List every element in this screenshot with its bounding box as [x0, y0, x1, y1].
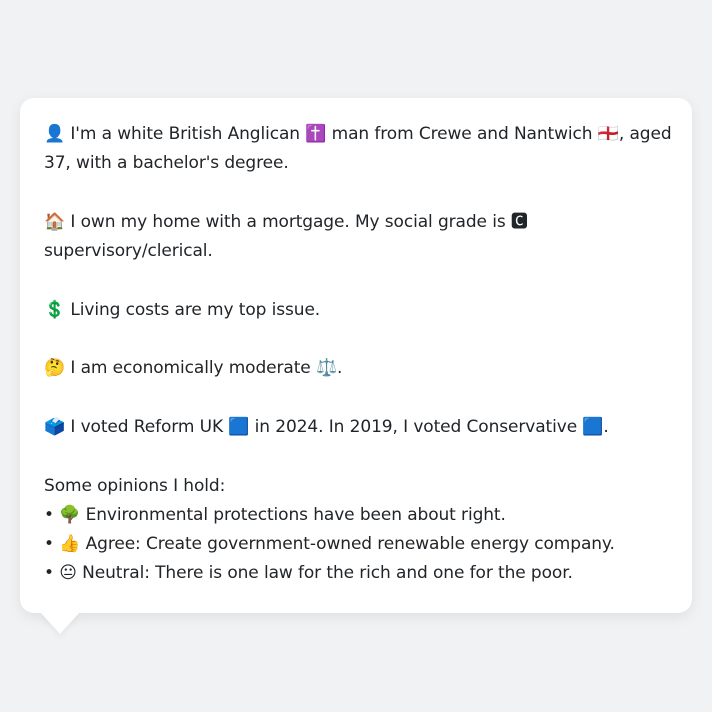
- economics-paragraph: 🤔 I am economically moderate ⚖️.: [44, 354, 668, 383]
- bubble-tail: [40, 612, 80, 634]
- opinion-item: • 🌳 Environmental protections have been …: [44, 504, 506, 525]
- home-line-2: supervisory/clerical.: [44, 241, 213, 262]
- intro-line-2: 37, with a bachelor's degree.: [44, 153, 289, 174]
- home-paragraph: 🏠 I own my home with a mortgage. My soci…: [44, 208, 668, 267]
- persona-message-bubble: 👤 I'm a white British Anglican ✝️ man fr…: [20, 98, 692, 613]
- opinions-heading: Some opinions I hold:: [44, 475, 226, 496]
- intro-paragraph: 👤 I'm a white British Anglican ✝️ man fr…: [44, 120, 672, 179]
- opinions-section: Some opinions I hold: • 🌳 Environmental …: [44, 472, 668, 589]
- opinion-item: • 😐 Neutral: There is one law for the ri…: [44, 563, 573, 584]
- issue-paragraph: 💲 Living costs are my top issue.: [44, 296, 668, 325]
- home-line-1: 🏠 I own my home with a mortgage. My soci…: [44, 211, 528, 232]
- intro-line-1: 👤 I'm a white British Anglican ✝️ man fr…: [44, 124, 672, 144]
- issue-line: 💲 Living costs are my top issue.: [44, 299, 321, 320]
- vote-paragraph: 🗳️ I voted Reform UK 🟦 in 2024. In 2019,…: [44, 413, 668, 442]
- opinion-item: • 👍 Agree: Create government-owned renew…: [44, 534, 615, 555]
- economics-line: 🤔 I am economically moderate ⚖️.: [44, 358, 343, 379]
- vote-line: 🗳️ I voted Reform UK 🟦 in 2024. In 2019,…: [44, 416, 609, 437]
